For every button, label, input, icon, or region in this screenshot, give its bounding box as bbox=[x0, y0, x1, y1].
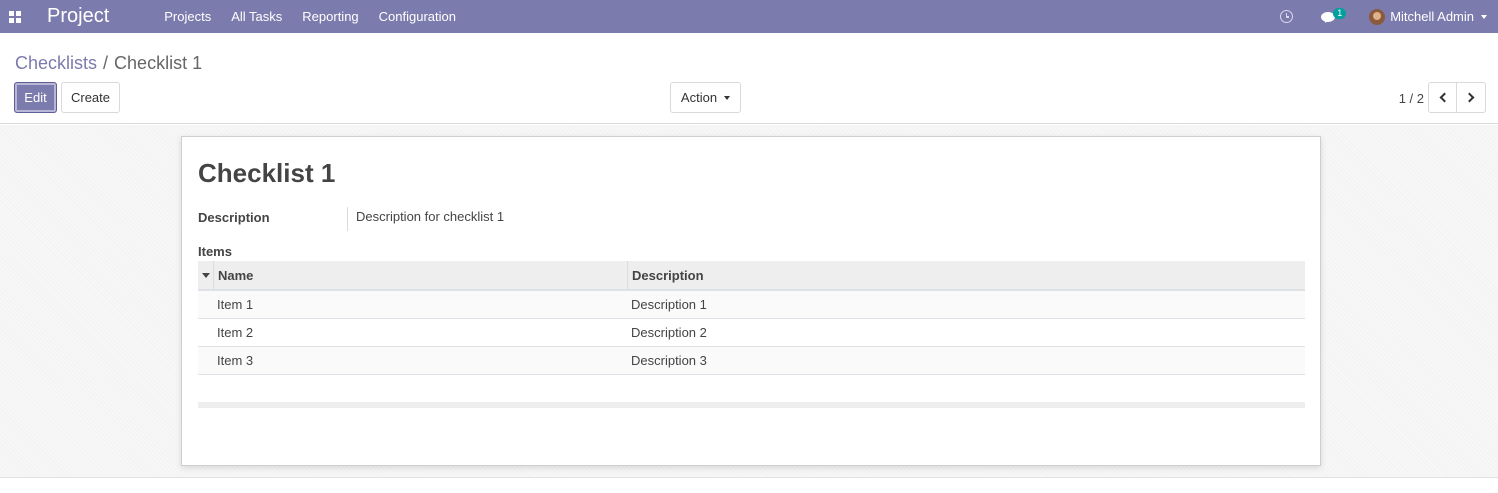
item-name: Item 3 bbox=[217, 353, 254, 368]
edit-button[interactable]: Edit bbox=[14, 82, 57, 113]
item-name: Item 2 bbox=[217, 325, 254, 340]
items-table: Name Description Item 1 Description 1 It… bbox=[198, 261, 1305, 375]
avatar bbox=[1369, 8, 1386, 25]
menu-item-all-tasks[interactable]: All Tasks bbox=[221, 0, 292, 33]
table-footer bbox=[198, 402, 1305, 408]
menu-item-reporting[interactable]: Reporting bbox=[292, 0, 368, 33]
messages-count-badge: 1 bbox=[1333, 7, 1347, 19]
sort-handle-icon[interactable] bbox=[198, 261, 214, 289]
user-name: Mitchell Admin bbox=[1390, 9, 1474, 24]
breadcrumb-checklists-link[interactable]: Checklists bbox=[15, 53, 97, 74]
record-title: Checklist 1 bbox=[198, 158, 336, 188]
create-button[interactable]: Create bbox=[61, 82, 120, 113]
column-header-description[interactable]: Description bbox=[628, 261, 1305, 289]
table-row[interactable]: Item 3 Description 3 bbox=[198, 347, 1305, 375]
item-description: Description 3 bbox=[631, 353, 707, 368]
item-name: Item 1 bbox=[217, 297, 254, 312]
breadcrumb: Checklists / Checklist 1 bbox=[15, 53, 202, 74]
table-header: Name Description bbox=[198, 261, 1305, 291]
caret-down-icon bbox=[724, 95, 731, 100]
control-panel: Checklists / Checklist 1 Edit Create Act… bbox=[0, 40, 1498, 124]
app-name: Project bbox=[47, 5, 110, 27]
table-row[interactable]: Item 1 Description 1 bbox=[198, 291, 1305, 319]
items-label: Items bbox=[198, 244, 232, 259]
apps-menu-icon[interactable] bbox=[0, 0, 30, 33]
messaging-menu[interactable]: 1 bbox=[1321, 7, 1347, 27]
user-menu[interactable]: Mitchell Admin bbox=[1369, 8, 1487, 25]
menu-item-configuration[interactable]: Configuration bbox=[369, 0, 466, 33]
chevron-left-icon bbox=[1439, 92, 1449, 103]
pager-next-button[interactable] bbox=[1457, 82, 1486, 113]
item-description: Description 1 bbox=[631, 297, 707, 312]
pager-value: 1 / 2 bbox=[1398, 91, 1424, 106]
description-label: Description bbox=[198, 210, 270, 225]
breadcrumb-separator: / bbox=[103, 53, 109, 73]
pager-previous-button[interactable] bbox=[1428, 82, 1457, 113]
caret-down-icon bbox=[1481, 14, 1487, 19]
table-row[interactable]: Item 2 Description 2 bbox=[198, 319, 1305, 347]
item-description: Description 2 bbox=[631, 325, 707, 340]
form-sheet: Checklist 1 Description Description for … bbox=[181, 136, 1321, 466]
action-label: Action bbox=[680, 90, 718, 105]
top-navbar: Project Projects All Tasks Reporting Con… bbox=[0, 0, 1498, 33]
description-field: Description for checklist 1 bbox=[347, 207, 504, 231]
column-header-name[interactable]: Name bbox=[214, 261, 628, 289]
activity-clock-icon[interactable] bbox=[1280, 10, 1294, 23]
breadcrumb-current: Checklist 1 bbox=[114, 53, 203, 73]
menu-item-projects[interactable]: Projects bbox=[154, 0, 221, 33]
chevron-right-icon bbox=[1464, 92, 1475, 103]
action-dropdown-button[interactable]: Action bbox=[670, 82, 741, 113]
